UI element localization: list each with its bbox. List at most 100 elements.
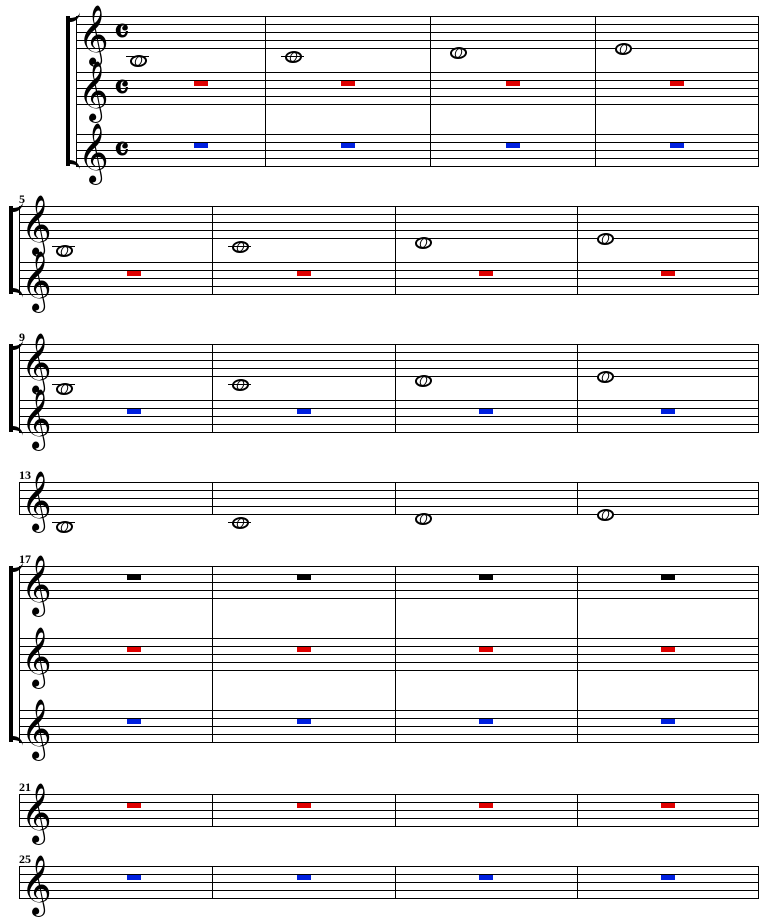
barline: [19, 344, 20, 433]
barline: [758, 16, 759, 167]
whole-rest: [661, 803, 675, 808]
whole-rest: [479, 875, 493, 880]
whole-rest: [341, 81, 355, 86]
staff-line: [19, 360, 758, 361]
whole-rest: [479, 271, 493, 276]
staff-line: [19, 710, 758, 711]
staff-line: [19, 882, 758, 883]
staff-bracket: [66, 16, 76, 166]
barline: [758, 866, 759, 899]
staff-line: [19, 670, 758, 671]
staff-line: [19, 222, 758, 223]
staff-line: [19, 654, 758, 655]
staff-bracket: [9, 206, 19, 294]
staff-line: [76, 24, 758, 25]
staff-line: [76, 32, 758, 33]
whole-rest: [506, 81, 520, 86]
staff-line: [76, 16, 758, 17]
staff-bracket: [9, 344, 19, 432]
staff-line: [19, 278, 758, 279]
whole-note: [414, 237, 432, 249]
staff-line: [19, 214, 758, 215]
staff-line: [19, 368, 758, 369]
staff-line: [19, 262, 758, 263]
whole-rest: [127, 719, 141, 724]
staff-line: [19, 898, 758, 899]
barline: [577, 206, 578, 295]
staff-line: [76, 88, 758, 89]
staff-line: [76, 48, 758, 49]
whole-rest: [297, 719, 311, 724]
staff-line: [19, 734, 758, 735]
staff-line: [19, 818, 758, 819]
staff-line: [19, 400, 758, 401]
whole-rest: [506, 143, 520, 148]
staff-line: [19, 286, 758, 287]
whole-rest: [127, 575, 141, 580]
whole-rest: [661, 409, 675, 414]
staff-line: [19, 376, 758, 377]
time-signature: 𝄴: [114, 14, 129, 52]
barline: [758, 794, 759, 827]
whole-rest: [661, 271, 675, 276]
staff-line: [76, 72, 758, 73]
staff-line: [76, 96, 758, 97]
staff-line: [19, 638, 758, 639]
whole-rest: [670, 143, 684, 148]
staff-line: [76, 142, 758, 143]
whole-note: [414, 375, 432, 387]
barline: [395, 344, 396, 433]
staff-line: [19, 352, 758, 353]
whole-note: [596, 509, 614, 521]
ledger-line: [52, 522, 75, 523]
whole-rest: [479, 719, 493, 724]
whole-rest: [297, 803, 311, 808]
barline: [758, 482, 759, 515]
ledger-line: [126, 56, 149, 57]
whole-note: [596, 371, 614, 383]
barline: [265, 16, 266, 167]
ledger-line: [52, 384, 75, 385]
staff-line: [19, 506, 758, 507]
staff-line: [19, 794, 758, 795]
staff-line: [76, 40, 758, 41]
staff-line: [19, 230, 758, 231]
time-signature: 𝄴: [114, 132, 129, 170]
whole-rest: [297, 647, 311, 652]
time-signature: 𝄴: [114, 70, 129, 108]
whole-rest: [194, 81, 208, 86]
staff-line: [19, 416, 758, 417]
staff-line: [19, 598, 758, 599]
staff-line: [19, 662, 758, 663]
whole-rest: [479, 575, 493, 580]
staff-line: [19, 498, 758, 499]
whole-rest: [194, 143, 208, 148]
barline: [758, 344, 759, 433]
staff-line: [19, 238, 758, 239]
barline: [212, 206, 213, 295]
staff-line: [76, 166, 758, 167]
whole-rest: [479, 409, 493, 414]
whole-rest: [297, 575, 311, 580]
whole-rest: [297, 271, 311, 276]
staff-line: [19, 566, 758, 567]
whole-rest: [661, 875, 675, 880]
barline: [212, 344, 213, 433]
music-score-page: 𝄞𝄴𝄞𝄴𝄞𝄴5𝄞𝄞9𝄞𝄞13𝄞17𝄞𝄞𝄞21𝄞25𝄞: [0, 0, 762, 924]
whole-rest: [661, 647, 675, 652]
ledger-line: [228, 246, 251, 247]
barline: [395, 206, 396, 295]
staff-line: [19, 582, 758, 583]
whole-rest: [661, 575, 675, 580]
whole-rest: [127, 409, 141, 414]
whole-rest: [297, 875, 311, 880]
staff-line: [19, 866, 758, 867]
staff-line: [19, 890, 758, 891]
whole-note: [449, 47, 467, 59]
ledger-line: [228, 384, 251, 385]
ledger-line: [228, 522, 251, 523]
whole-rest: [341, 143, 355, 148]
barline: [758, 566, 759, 743]
staff-line: [76, 104, 758, 105]
staff-line: [76, 158, 758, 159]
